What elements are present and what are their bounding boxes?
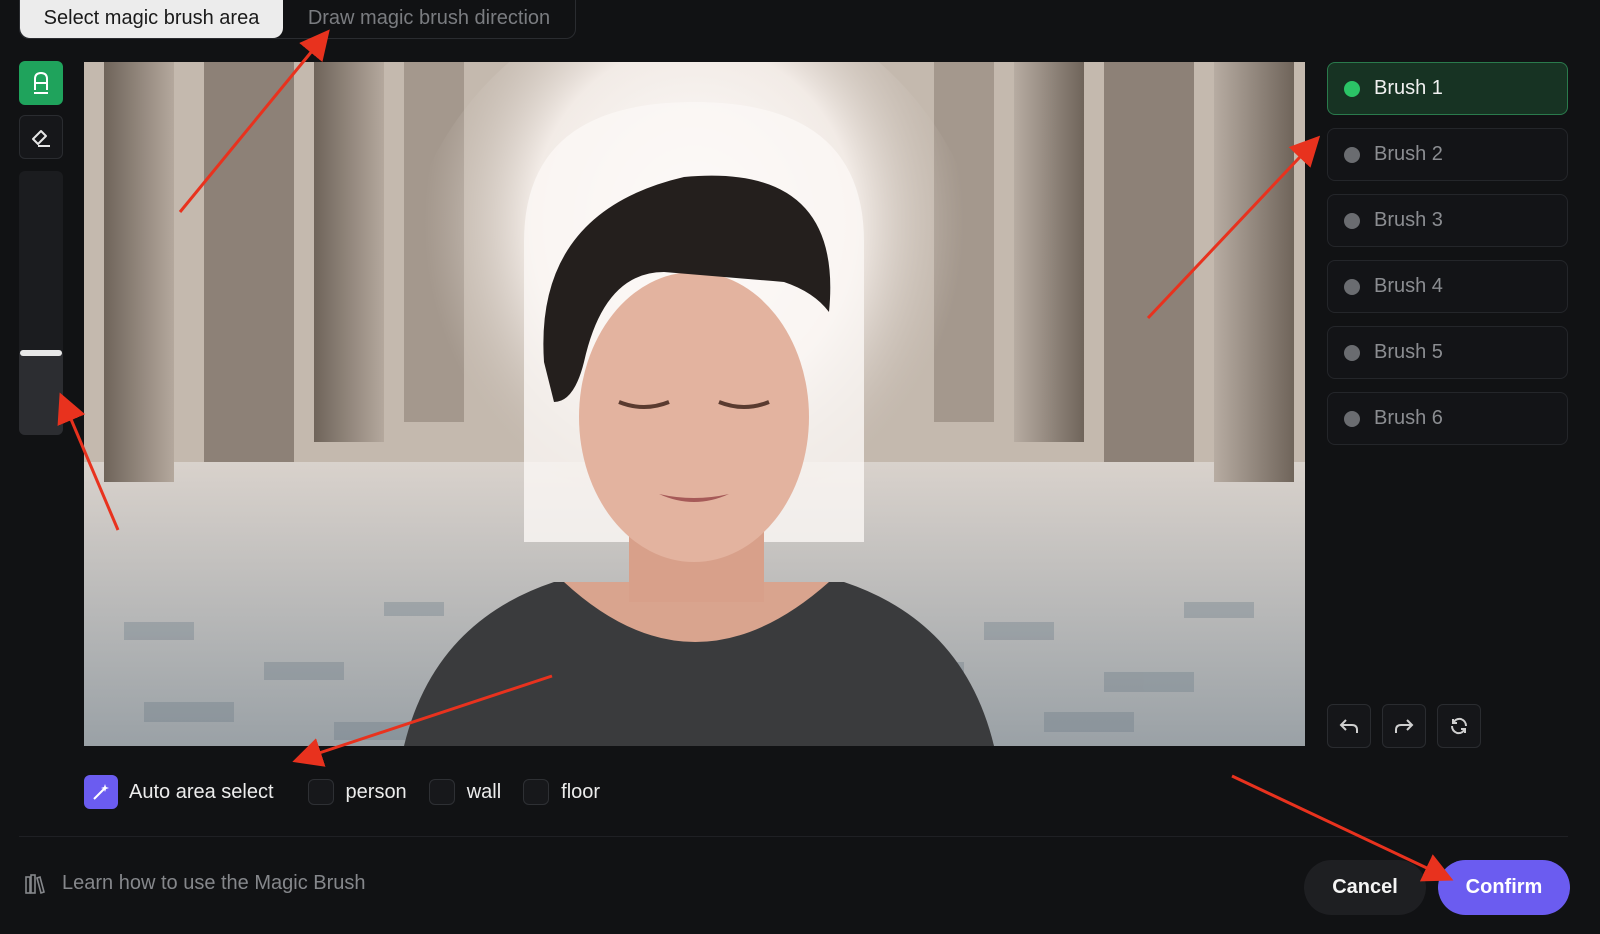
- brush-label: Brush 5: [1374, 341, 1443, 363]
- wall-checkbox[interactable]: [428, 779, 455, 805]
- brush-size-fill: [19, 353, 63, 435]
- cancel-button[interactable]: Cancel: [1304, 860, 1426, 915]
- brush-color-dot: [1344, 344, 1360, 361]
- reset-button[interactable]: [1437, 704, 1481, 748]
- magic-wand-icon: [93, 784, 109, 800]
- learn-link-text: Learn how to use the Magic Brush: [62, 872, 366, 894]
- confirm-button[interactable]: Confirm: [1438, 860, 1570, 915]
- floor-checkbox[interactable]: [523, 779, 550, 805]
- brush-item-1[interactable]: Brush 1: [1327, 62, 1568, 115]
- eraser-tool-button[interactable]: [19, 115, 63, 159]
- undo-icon: [1339, 719, 1358, 733]
- reset-icon: [1451, 717, 1467, 735]
- brush-label: Brush 6: [1374, 407, 1443, 429]
- tab-select-area[interactable]: Select magic brush area: [20, 0, 283, 38]
- brush-item-4[interactable]: Brush 4: [1327, 260, 1568, 313]
- brush-color-dot: [1344, 212, 1360, 229]
- mode-tabs: Select magic brush area Draw magic brush…: [19, 0, 576, 39]
- redo-button[interactable]: [1382, 704, 1426, 748]
- tab-draw-direction[interactable]: Draw magic brush direction: [283, 0, 575, 38]
- eraser-icon: [32, 130, 50, 147]
- undo-button[interactable]: [1327, 704, 1371, 748]
- brush-label: Brush 2: [1374, 143, 1443, 165]
- brush-color-dot: [1344, 80, 1360, 97]
- person-checkbox[interactable]: [307, 779, 334, 805]
- image-canvas[interactable]: [84, 62, 1305, 746]
- redo-icon: [1395, 719, 1414, 733]
- magic-brush-tool-button[interactable]: [19, 61, 63, 105]
- brush-color-dot: [1344, 410, 1360, 427]
- brush-size-slider[interactable]: [19, 171, 63, 435]
- portrait-photo: [84, 62, 1305, 746]
- option-label: floor: [561, 780, 601, 803]
- option-person[interactable]: person: [307, 779, 407, 805]
- brush-size-handle[interactable]: [20, 350, 62, 357]
- auto-select-label: Auto area select: [129, 780, 274, 803]
- magic-brush-icon: [34, 71, 48, 94]
- brush-item-2[interactable]: Brush 2: [1327, 128, 1568, 181]
- brush-label: Brush 1: [1374, 77, 1443, 99]
- auto-select-toggle[interactable]: [84, 775, 118, 809]
- option-label: person: [345, 780, 407, 803]
- auto-area-select-row: Auto area select person wall floor: [84, 775, 622, 809]
- option-wall[interactable]: wall: [428, 779, 502, 805]
- brush-label: Brush 3: [1374, 209, 1443, 231]
- brush-label: Brush 4: [1374, 275, 1443, 297]
- learn-magic-brush-link[interactable]: Learn how to use the Magic Brush: [24, 872, 366, 895]
- brush-color-dot: [1344, 278, 1360, 295]
- footer-divider: [19, 836, 1568, 837]
- brush-color-dot: [1344, 146, 1360, 163]
- option-label: wall: [466, 780, 502, 803]
- brush-item-6[interactable]: Brush 6: [1327, 392, 1568, 445]
- option-floor[interactable]: floor: [523, 779, 600, 805]
- books-icon: [25, 873, 45, 894]
- brush-item-3[interactable]: Brush 3: [1327, 194, 1568, 247]
- brush-item-5[interactable]: Brush 5: [1327, 326, 1568, 379]
